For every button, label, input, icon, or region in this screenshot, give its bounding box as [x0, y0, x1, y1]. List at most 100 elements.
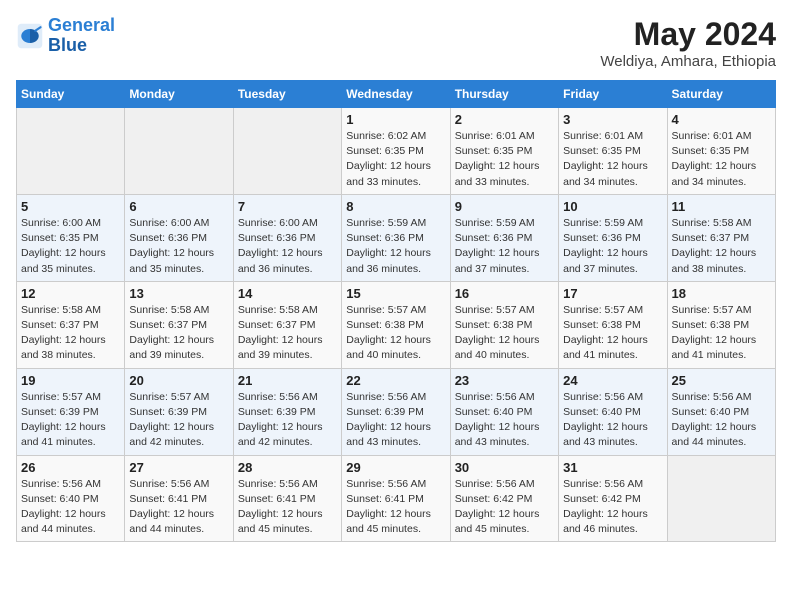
- calendar-cell: 16 Sunrise: 5:57 AMSunset: 6:38 PMDayligh…: [450, 281, 558, 368]
- day-info: Sunrise: 6:00 AMSunset: 6:36 PMDaylight:…: [238, 216, 337, 277]
- logo-text: General Blue: [48, 16, 115, 56]
- day-number: 5: [21, 199, 120, 214]
- day-number: 27: [129, 460, 228, 475]
- day-number: 26: [21, 460, 120, 475]
- day-info: Sunrise: 5:59 AMSunset: 6:36 PMDaylight:…: [346, 216, 445, 277]
- calendar-cell: 27 Sunrise: 5:56 AMSunset: 6:41 PMDayligh…: [125, 455, 233, 542]
- calendar-cell: 19 Sunrise: 5:57 AMSunset: 6:39 PMDayligh…: [17, 368, 125, 455]
- day-number: 16: [455, 286, 554, 301]
- day-number: 11: [672, 199, 771, 214]
- day-number: 19: [21, 373, 120, 388]
- day-info: Sunrise: 5:56 AMSunset: 6:41 PMDaylight:…: [238, 477, 337, 538]
- calendar-cell: 22Sunrise: 5:56 AMSunset: 6:39 PMDayligh…: [342, 368, 450, 455]
- day-info: Sunrise: 5:56 AMSunset: 6:42 PMDaylight:…: [563, 477, 662, 538]
- day-info: Sunrise: 5:56 AMSunset: 6:40 PMDaylight:…: [672, 390, 771, 451]
- calendar-cell: 25 Sunrise: 5:56 AMSunset: 6:40 PMDayligh…: [667, 368, 775, 455]
- calendar-cell: 3 Sunrise: 6:01 AMSunset: 6:35 PMDaylight…: [559, 108, 667, 195]
- day-number: 8: [346, 199, 445, 214]
- calendar-cell: 28 Sunrise: 5:56 AMSunset: 6:41 PMDayligh…: [233, 455, 341, 542]
- calendar-cell: 20 Sunrise: 5:57 AMSunset: 6:39 PMDayligh…: [125, 368, 233, 455]
- calendar-cell: 30 Sunrise: 5:56 AMSunset: 6:42 PMDayligh…: [450, 455, 558, 542]
- day-number: 4: [672, 112, 771, 127]
- day-info: Sunrise: 5:57 AMSunset: 6:38 PMDaylight:…: [455, 303, 554, 364]
- day-number: 22: [346, 373, 445, 388]
- calendar-cell: 21Sunrise: 5:56 AMSunset: 6:39 PMDayligh…: [233, 368, 341, 455]
- calendar-cell: [17, 108, 125, 195]
- calendar-cell: 15 Sunrise: 5:57 AMSunset: 6:38 PMDayligh…: [342, 281, 450, 368]
- day-number: 15: [346, 286, 445, 301]
- day-info: Sunrise: 5:57 AMSunset: 6:38 PMDaylight:…: [346, 303, 445, 364]
- calendar-cell: 11 Sunrise: 5:58 AMSunset: 6:37 PMDayligh…: [667, 194, 775, 281]
- day-info: Sunrise: 5:59 AMSunset: 6:36 PMDaylight:…: [455, 216, 554, 277]
- day-info: Sunrise: 5:56 AMSunset: 6:40 PMDaylight:…: [563, 390, 662, 451]
- calendar-week-2: 5Sunrise: 6:00 AMSunset: 6:35 PMDaylight…: [17, 194, 776, 281]
- header-saturday: Saturday: [667, 81, 775, 108]
- logo: General Blue: [16, 16, 115, 56]
- calendar-cell: 7 Sunrise: 6:00 AMSunset: 6:36 PMDaylight…: [233, 194, 341, 281]
- calendar-cell: 6 Sunrise: 6:00 AMSunset: 6:36 PMDaylight…: [125, 194, 233, 281]
- calendar-table: SundayMondayTuesdayWednesdayThursdayFrid…: [16, 80, 776, 542]
- calendar-week-4: 19 Sunrise: 5:57 AMSunset: 6:39 PMDayligh…: [17, 368, 776, 455]
- day-number: 20: [129, 373, 228, 388]
- calendar-cell: 23Sunrise: 5:56 AMSunset: 6:40 PMDayligh…: [450, 368, 558, 455]
- day-number: 13: [129, 286, 228, 301]
- day-info: Sunrise: 5:56 AMSunset: 6:40 PMDaylight:…: [21, 477, 120, 538]
- day-info: Sunrise: 6:01 AMSunset: 6:35 PMDaylight:…: [455, 129, 554, 190]
- header-sunday: Sunday: [17, 81, 125, 108]
- day-number: 7: [238, 199, 337, 214]
- day-info: Sunrise: 5:56 AMSunset: 6:41 PMDaylight:…: [129, 477, 228, 538]
- calendar-week-1: 1Sunrise: 6:02 AMSunset: 6:35 PMDaylight…: [17, 108, 776, 195]
- location-title: Weldiya, Amhara, Ethiopia: [600, 53, 776, 70]
- day-number: 28: [238, 460, 337, 475]
- header-friday: Friday: [559, 81, 667, 108]
- day-number: 30: [455, 460, 554, 475]
- day-number: 17: [563, 286, 662, 301]
- day-number: 2: [455, 112, 554, 127]
- day-number: 24: [563, 373, 662, 388]
- day-number: 14: [238, 286, 337, 301]
- calendar-cell: 5Sunrise: 6:00 AMSunset: 6:35 PMDaylight…: [17, 194, 125, 281]
- calendar-cell: 12Sunrise: 5:58 AMSunset: 6:37 PMDayligh…: [17, 281, 125, 368]
- day-info: Sunrise: 6:01 AMSunset: 6:35 PMDaylight:…: [563, 129, 662, 190]
- calendar-cell: 9 Sunrise: 5:59 AMSunset: 6:36 PMDaylight…: [450, 194, 558, 281]
- day-info: Sunrise: 5:58 AMSunset: 6:37 PMDaylight:…: [238, 303, 337, 364]
- calendar-cell: [125, 108, 233, 195]
- calendar-cell: 14 Sunrise: 5:58 AMSunset: 6:37 PMDayligh…: [233, 281, 341, 368]
- day-number: 10: [563, 199, 662, 214]
- day-number: 29: [346, 460, 445, 475]
- calendar-week-5: 26 Sunrise: 5:56 AMSunset: 6:40 PMDayligh…: [17, 455, 776, 542]
- calendar-cell: 18Sunrise: 5:57 AMSunset: 6:38 PMDayligh…: [667, 281, 775, 368]
- day-number: 3: [563, 112, 662, 127]
- day-info: Sunrise: 5:57 AMSunset: 6:38 PMDaylight:…: [672, 303, 771, 364]
- calendar-cell: [233, 108, 341, 195]
- calendar-cell: 4Sunrise: 6:01 AMSunset: 6:35 PMDaylight…: [667, 108, 775, 195]
- day-info: Sunrise: 5:59 AMSunset: 6:36 PMDaylight:…: [563, 216, 662, 277]
- header-tuesday: Tuesday: [233, 81, 341, 108]
- calendar-cell: 1Sunrise: 6:02 AMSunset: 6:35 PMDaylight…: [342, 108, 450, 195]
- calendar-header-row: SundayMondayTuesdayWednesdayThursdayFrid…: [17, 81, 776, 108]
- header-wednesday: Wednesday: [342, 81, 450, 108]
- day-info: Sunrise: 5:57 AMSunset: 6:39 PMDaylight:…: [21, 390, 120, 451]
- day-number: 25: [672, 373, 771, 388]
- day-info: Sunrise: 5:57 AMSunset: 6:39 PMDaylight:…: [129, 390, 228, 451]
- day-number: 12: [21, 286, 120, 301]
- day-number: 6: [129, 199, 228, 214]
- day-number: 31: [563, 460, 662, 475]
- header-thursday: Thursday: [450, 81, 558, 108]
- calendar-cell: 17Sunrise: 5:57 AMSunset: 6:38 PMDayligh…: [559, 281, 667, 368]
- logo-icon: [16, 22, 44, 50]
- day-info: Sunrise: 5:58 AMSunset: 6:37 PMDaylight:…: [129, 303, 228, 364]
- day-info: Sunrise: 5:58 AMSunset: 6:37 PMDaylight:…: [672, 216, 771, 277]
- month-title: May 2024: [600, 16, 776, 53]
- calendar-cell: 24 Sunrise: 5:56 AMSunset: 6:40 PMDayligh…: [559, 368, 667, 455]
- calendar-cell: 10 Sunrise: 5:59 AMSunset: 6:36 PMDayligh…: [559, 194, 667, 281]
- calendar-cell: 31 Sunrise: 5:56 AMSunset: 6:42 PMDayligh…: [559, 455, 667, 542]
- day-number: 9: [455, 199, 554, 214]
- day-number: 21: [238, 373, 337, 388]
- day-info: Sunrise: 5:56 AMSunset: 6:41 PMDaylight:…: [346, 477, 445, 538]
- calendar-cell: 26 Sunrise: 5:56 AMSunset: 6:40 PMDayligh…: [17, 455, 125, 542]
- calendar-cell: 8 Sunrise: 5:59 AMSunset: 6:36 PMDaylight…: [342, 194, 450, 281]
- calendar-cell: [667, 455, 775, 542]
- day-info: Sunrise: 5:56 AMSunset: 6:42 PMDaylight:…: [455, 477, 554, 538]
- day-info: Sunrise: 6:00 AMSunset: 6:36 PMDaylight:…: [129, 216, 228, 277]
